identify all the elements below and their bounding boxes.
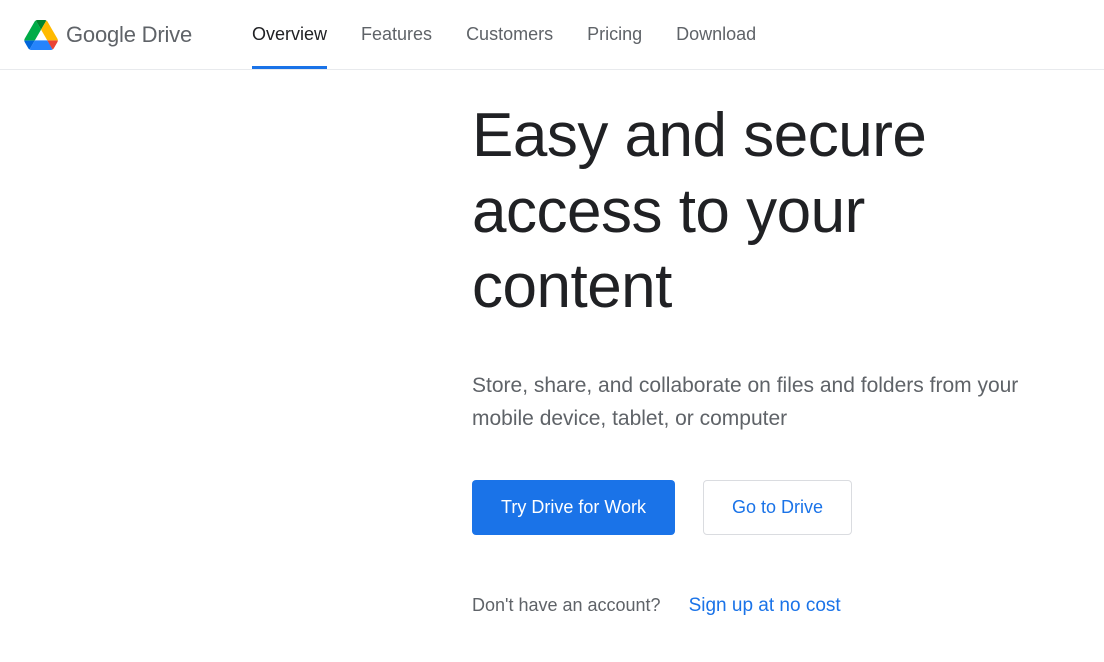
header: Google Drive Overview Features Customers… [0, 0, 1104, 70]
hero-title: Easy and secure access to your content [472, 98, 1080, 325]
nav-pricing[interactable]: Pricing [587, 0, 642, 69]
logo[interactable]: Google Drive [24, 20, 192, 50]
main: Easy and secure access to your content S… [0, 70, 1104, 617]
cta-row: Try Drive for Work Go to Drive [472, 480, 1080, 535]
nav: Overview Features Customers Pricing Down… [252, 0, 756, 69]
signup-row: Don't have an account? Sign up at no cos… [472, 595, 1080, 617]
hero-subtitle: Store, share, and collaborate on files a… [472, 369, 1080, 436]
signup-link[interactable]: Sign up at no cost [689, 595, 841, 617]
nav-overview[interactable]: Overview [252, 0, 327, 69]
nav-download[interactable]: Download [676, 0, 756, 69]
nav-customers[interactable]: Customers [466, 0, 553, 69]
go-to-drive-button[interactable]: Go to Drive [703, 480, 852, 535]
nav-features[interactable]: Features [361, 0, 432, 69]
drive-logo-icon [24, 20, 58, 50]
logo-text: Google Drive [66, 22, 192, 48]
signup-question: Don't have an account? [472, 595, 661, 616]
try-drive-work-button[interactable]: Try Drive for Work [472, 480, 675, 535]
